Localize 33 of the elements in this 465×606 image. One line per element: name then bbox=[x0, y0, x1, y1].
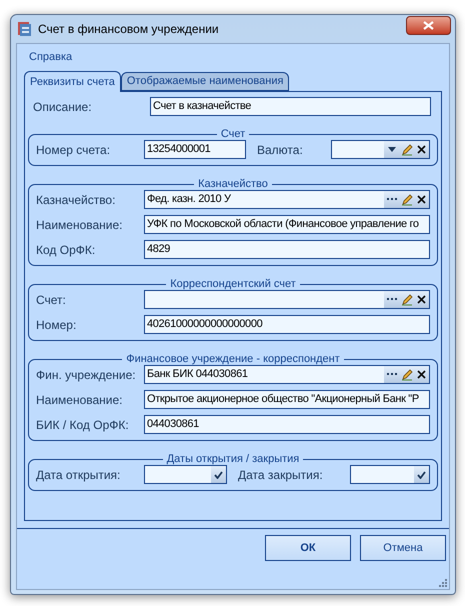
text-field[interactable]: 40261000000000000000 bbox=[144, 315, 430, 334]
menu-item[interactable]: Справка bbox=[29, 49, 72, 66]
text-field[interactable]: УФК по Московской области (Финансовое управление го bbox=[144, 215, 430, 234]
lookup-field[interactable]: Фед. казн. 2010 У bbox=[144, 190, 430, 209]
field-label: Счет: bbox=[36, 292, 67, 308]
lookup-field[interactable]: Банк БИК 044030861 bbox=[144, 365, 430, 384]
group-title: Даты открытия / закрытия bbox=[166, 453, 300, 465]
field-label: Дата закрытия: bbox=[238, 466, 324, 484]
text-field[interactable]: 044030861 bbox=[144, 415, 430, 434]
group-title: Финансовое учреждение - корреспондент bbox=[125, 353, 341, 365]
text-field[interactable]: 4829 bbox=[144, 240, 430, 259]
text-field[interactable]: Открытое акционерное общество "Акционерный Банк "Р bbox=[144, 390, 430, 409]
group-title: Казначейство bbox=[197, 178, 269, 190]
cancel-button[interactable]: Отмена bbox=[360, 535, 446, 561]
group-title: Корреспондентский счет bbox=[169, 278, 297, 290]
field-label: Валюта: bbox=[257, 142, 304, 158]
field-label: Код ОрФК: bbox=[36, 242, 96, 258]
ok-button[interactable]: ОК bbox=[265, 535, 351, 561]
field-label: Номер счета: bbox=[36, 142, 112, 158]
field-label: Описание: bbox=[33, 98, 93, 116]
tab[interactable]: Реквизиты счета bbox=[24, 71, 121, 92]
tab[interactable]: Отображаемые наименования bbox=[120, 72, 290, 91]
field-label: Наименование: bbox=[36, 392, 124, 408]
field-label: БИК / Код ОрФК: bbox=[36, 416, 130, 434]
text-field[interactable]: Счет в казначействе bbox=[150, 97, 431, 116]
group-title: Счет bbox=[220, 128, 246, 140]
field-label: Казначейство: bbox=[36, 192, 116, 208]
field-label: Дата открытия: bbox=[36, 466, 122, 484]
field-label: Наименование: bbox=[36, 216, 124, 234]
field-label: Фин. учреждение: bbox=[36, 366, 137, 384]
field-label: Номер: bbox=[36, 316, 78, 334]
window-title: Счет в финансовом учреждении bbox=[38, 21, 219, 38]
text-field[interactable]: 13254000001 bbox=[144, 140, 246, 159]
